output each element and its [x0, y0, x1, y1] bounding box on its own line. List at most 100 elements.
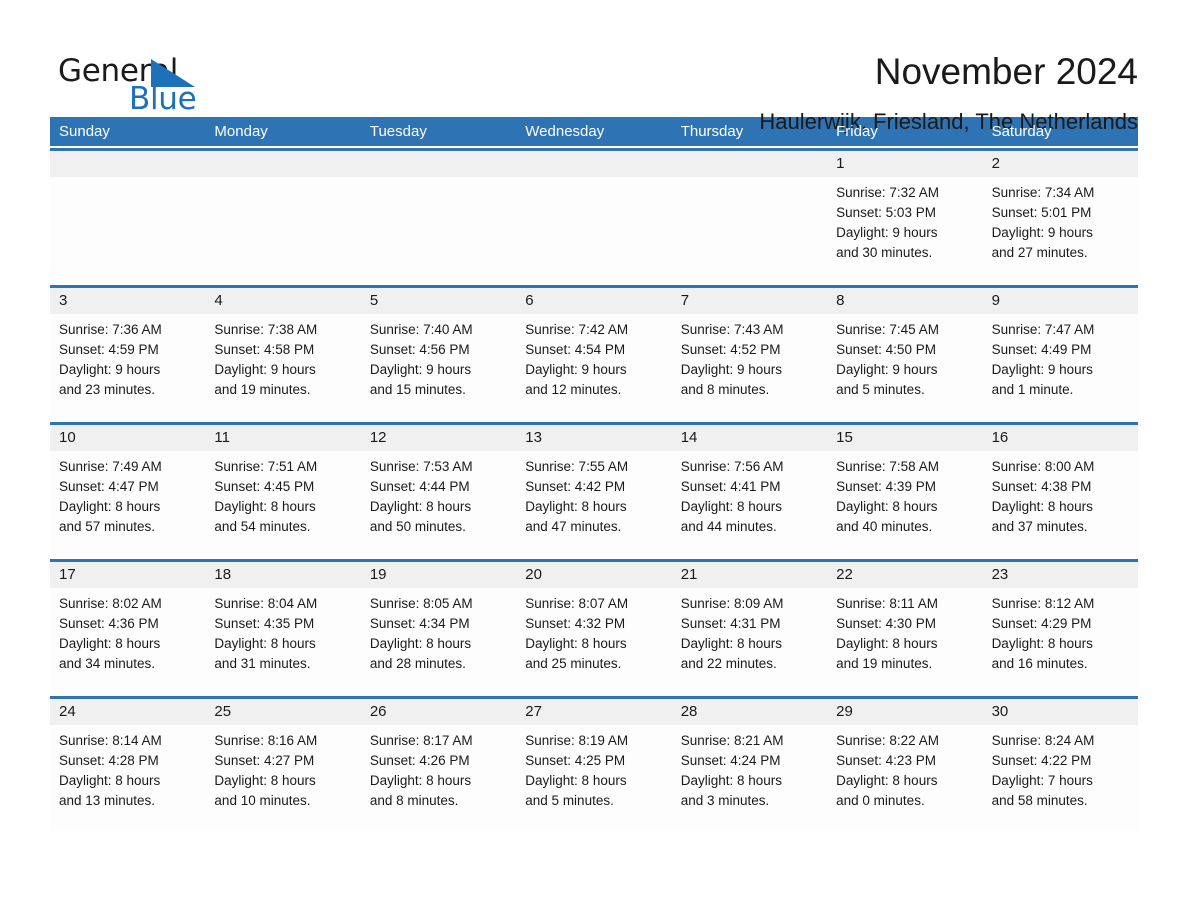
daylight-text-line1: Daylight: 8 hours: [836, 636, 938, 651]
day-cell[interactable]: 27 Sunrise: 8:19 AM Sunset: 4:25 PM Dayl…: [516, 699, 672, 831]
day-cell[interactable]: [516, 151, 672, 283]
day-details: Sunrise: 7:53 AM Sunset: 4:44 PM Dayligh…: [361, 451, 516, 537]
sunset-text: Sunset: 4:49 PM: [991, 342, 1092, 357]
daylight-text-line1: Daylight: 8 hours: [836, 499, 938, 514]
day-cell[interactable]: [50, 151, 206, 283]
day-cell[interactable]: 14 Sunrise: 7:56 AM Sunset: 4:41 PM Dayl…: [671, 425, 828, 557]
day-details: Sunrise: 7:32 AM Sunset: 5:03 PM Dayligh…: [827, 177, 982, 263]
day-cell[interactable]: 8 Sunrise: 7:45 AM Sunset: 4:50 PM Dayli…: [827, 288, 983, 420]
daylight-text-line2: and 28 minutes.: [369, 656, 466, 671]
day-cell[interactable]: [205, 151, 361, 283]
daylight-text-line2: and 58 minutes.: [991, 793, 1088, 808]
sunset-text: Sunset: 4:28 PM: [59, 753, 159, 768]
daylight-text-line1: Daylight: 8 hours: [214, 636, 316, 651]
sunset-text: Sunset: 4:30 PM: [836, 616, 936, 631]
weekday-thursday: Thursday: [680, 123, 744, 140]
sunrise-text: Sunrise: 8:22 AM: [836, 733, 939, 748]
day-cell[interactable]: 17 Sunrise: 8:02 AM Sunset: 4:36 PM Dayl…: [50, 562, 206, 694]
day-details: Sunrise: 7:42 AM Sunset: 4:54 PM Dayligh…: [516, 314, 671, 400]
date-number: 27: [525, 703, 542, 720]
day-cell[interactable]: 30 Sunrise: 8:24 AM Sunset: 4:22 PM Dayl…: [982, 699, 1138, 831]
day-cell[interactable]: 29 Sunrise: 8:22 AM Sunset: 4:23 PM Dayl…: [827, 699, 983, 831]
date-band: 27: [516, 699, 672, 725]
daylight-text-line2: and 19 minutes.: [836, 656, 933, 671]
date-band: 15: [827, 425, 983, 451]
daylight-text-line1: Daylight: 8 hours: [59, 499, 161, 514]
date-number: 13: [525, 429, 542, 446]
sunset-text: Sunset: 4:25 PM: [525, 753, 626, 768]
sunset-text: Sunset: 4:36 PM: [59, 616, 159, 631]
day-cell[interactable]: 3 Sunrise: 7:36 AM Sunset: 4:59 PM Dayli…: [50, 288, 206, 420]
date-band: 1: [827, 151, 983, 177]
daylight-text-line1: Daylight: 9 hours: [369, 362, 472, 377]
day-cell[interactable]: 6 Sunrise: 7:42 AM Sunset: 4:54 PM Dayli…: [516, 288, 672, 420]
date-band: 9: [982, 288, 1138, 314]
day-cell[interactable]: 11 Sunrise: 7:51 AM Sunset: 4:45 PM Dayl…: [205, 425, 361, 557]
day-cell[interactable]: 25 Sunrise: 8:16 AM Sunset: 4:27 PM Dayl…: [205, 699, 361, 831]
daylight-text-line2: and 19 minutes.: [214, 382, 311, 397]
day-cell[interactable]: 15 Sunrise: 7:58 AM Sunset: 4:39 PM Dayl…: [827, 425, 983, 557]
daylight-text-line2: and 1 minute.: [991, 382, 1074, 397]
day-cell[interactable]: 21 Sunrise: 8:09 AM Sunset: 4:31 PM Dayl…: [671, 562, 828, 694]
day-cell[interactable]: 2 Sunrise: 7:34 AM Sunset: 5:01 PM Dayli…: [982, 151, 1138, 283]
day-cell[interactable]: 1 Sunrise: 7:32 AM Sunset: 5:03 PM Dayli…: [827, 151, 983, 283]
daylight-text-line2: and 57 minutes.: [59, 519, 156, 534]
daylight-text-line2: and 16 minutes.: [991, 656, 1088, 671]
daylight-text-line2: and 40 minutes.: [836, 519, 933, 534]
sunrise-text: Sunrise: 8:21 AM: [680, 733, 784, 748]
day-details: Sunrise: 8:24 AM Sunset: 4:22 PM Dayligh…: [983, 725, 1138, 811]
day-cell[interactable]: 4 Sunrise: 7:38 AM Sunset: 4:58 PM Dayli…: [205, 288, 361, 420]
day-cell[interactable]: 16 Sunrise: 8:00 AM Sunset: 4:38 PM Dayl…: [982, 425, 1138, 557]
day-cell[interactable]: 10 Sunrise: 7:49 AM Sunset: 4:47 PM Dayl…: [50, 425, 206, 557]
day-details: Sunrise: 7:36 AM Sunset: 4:59 PM Dayligh…: [50, 314, 205, 400]
sunrise-text: Sunrise: 7:40 AM: [369, 322, 473, 337]
daylight-text-line1: Daylight: 8 hours: [369, 636, 472, 651]
date-band: 21: [671, 562, 828, 588]
date-number: 29: [836, 703, 853, 720]
daylight-text-line1: Daylight: 8 hours: [680, 636, 783, 651]
daylight-text-line1: Daylight: 9 hours: [214, 362, 316, 377]
day-cell[interactable]: 23 Sunrise: 8:12 AM Sunset: 4:29 PM Dayl…: [982, 562, 1138, 694]
sunrise-text: Sunrise: 7:51 AM: [214, 459, 318, 474]
day-cell[interactable]: 28 Sunrise: 8:21 AM Sunset: 4:24 PM Dayl…: [671, 699, 828, 831]
day-details: Sunrise: 8:17 AM Sunset: 4:26 PM Dayligh…: [361, 725, 516, 811]
sunrise-text: Sunrise: 7:49 AM: [59, 459, 162, 474]
day-cell[interactable]: 13 Sunrise: 7:55 AM Sunset: 4:42 PM Dayl…: [516, 425, 672, 557]
sunset-text: Sunset: 4:44 PM: [369, 479, 470, 494]
daylight-text-line2: and 0 minutes.: [836, 793, 925, 808]
sunset-text: Sunset: 4:42 PM: [525, 479, 626, 494]
day-cell[interactable]: 9 Sunrise: 7:47 AM Sunset: 4:49 PM Dayli…: [982, 288, 1138, 420]
date-band: 16: [982, 425, 1138, 451]
day-details: Sunrise: 8:12 AM Sunset: 4:29 PM Dayligh…: [983, 588, 1138, 674]
day-cell[interactable]: 5 Sunrise: 7:40 AM Sunset: 4:56 PM Dayli…: [360, 288, 517, 420]
day-cell[interactable]: 12 Sunrise: 7:53 AM Sunset: 4:44 PM Dayl…: [360, 425, 517, 557]
date-band: 22: [827, 562, 983, 588]
date-band: 25: [205, 699, 361, 725]
day-details: Sunrise: 8:07 AM Sunset: 4:32 PM Dayligh…: [516, 588, 671, 674]
day-cell[interactable]: 18 Sunrise: 8:04 AM Sunset: 4:35 PM Dayl…: [205, 562, 361, 694]
date-number: 12: [369, 429, 387, 446]
daylight-text-line1: Daylight: 9 hours: [680, 362, 783, 377]
day-cell[interactable]: 7 Sunrise: 7:43 AM Sunset: 4:52 PM Dayli…: [671, 288, 828, 420]
date-number: 26: [369, 703, 387, 720]
day-cell[interactable]: [671, 151, 828, 283]
date-number: 16: [991, 429, 1009, 446]
date-band: 20: [516, 562, 672, 588]
day-cell[interactable]: 22 Sunrise: 8:11 AM Sunset: 4:30 PM Dayl…: [827, 562, 983, 694]
day-cell[interactable]: 19 Sunrise: 8:05 AM Sunset: 4:34 PM Dayl…: [360, 562, 517, 694]
day-cell[interactable]: 20 Sunrise: 8:07 AM Sunset: 4:32 PM Dayl…: [516, 562, 672, 694]
sunrise-text: Sunrise: 7:38 AM: [214, 322, 318, 337]
day-cell[interactable]: [360, 151, 517, 283]
daylight-text-line2: and 27 minutes.: [991, 245, 1088, 260]
day-cell[interactable]: 26 Sunrise: 8:17 AM Sunset: 4:26 PM Dayl…: [360, 699, 517, 831]
date-number: 25: [214, 703, 232, 720]
daylight-text-line1: Daylight: 8 hours: [991, 636, 1093, 651]
day-cell[interactable]: 24 Sunrise: 8:14 AM Sunset: 4:28 PM Dayl…: [50, 699, 206, 831]
daylight-text-line1: Daylight: 9 hours: [525, 362, 627, 377]
sunrise-text: Sunrise: 8:17 AM: [369, 733, 473, 748]
weekday-wednesday: Wednesday: [525, 123, 605, 140]
sunrise-text: Sunrise: 8:19 AM: [525, 733, 629, 748]
date-band: 11: [205, 425, 361, 451]
daylight-text-line1: Daylight: 8 hours: [59, 636, 161, 651]
date-band: 13: [516, 425, 672, 451]
